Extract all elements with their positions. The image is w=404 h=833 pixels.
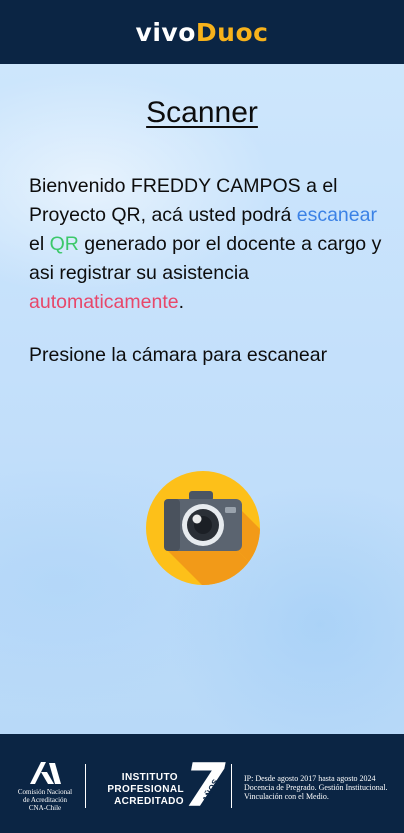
page-title: Scanner [146,96,258,129]
logo-duoc: Duoc [195,17,269,47]
keyword-automaticamente: automaticamente [29,291,179,313]
keyword-escanear: escanear [296,204,377,226]
scan-instruction: Presione la cámara para escanear [29,344,328,366]
institute-line2: PROFESIONAL [107,784,184,795]
intro-text-1: Bienvenido FREDDY CAMPOS a el Proyecto Q… [29,175,338,226]
footer-divider [231,764,232,808]
keyword-qr: QR [49,233,79,255]
intro-text-2: el [29,233,50,255]
institute-line1: INSTITUTO [121,772,178,783]
intro-text-3: generado por el docente a cargo y asi re… [29,233,382,284]
accreditation-details: IP: Desde agosto 2017 hasta agosto 2024 … [244,774,388,801]
intro-text-4: . [178,291,185,313]
cna-text: Comisión Nacional de Acreditación CNA-Ch… [17,788,73,812]
footer-divider [85,764,86,808]
main-content: Scanner Bienvenido FREDDY CAMPOS a el Pr… [0,64,404,734]
cna-block: Comisión Nacional de Acreditación CNA-Ch… [12,760,78,812]
institute-accreditation: INSTITUTO PROFESIONAL ACREDITADO [94,772,184,808]
camera-icon [146,471,260,585]
years-number: 7 [184,751,226,821]
app-header: vivoDuoc [0,0,404,64]
vivoduoc-logo: vivoDuoc [136,20,269,45]
welcome-text: Bienvenido FREDDY CAMPOS a el Proyecto Q… [29,172,389,317]
camera-scan-button[interactable] [146,471,260,585]
footer: Comisión Nacional de Acreditación CNA-Ch… [0,734,404,833]
institute-line3: ACREDITADO [114,796,184,807]
cna-logo-icon [30,762,61,784]
logo-vivo: vivo [135,17,196,47]
